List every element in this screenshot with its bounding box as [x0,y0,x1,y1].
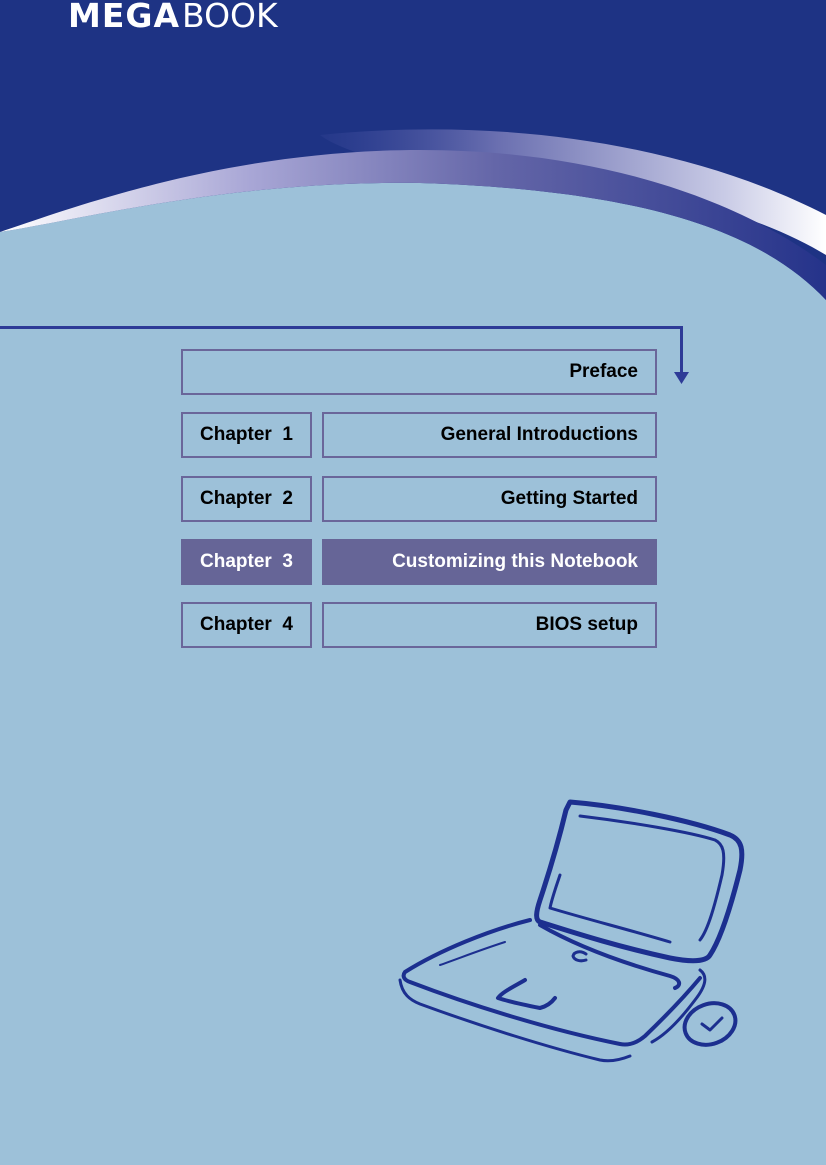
toc-chapter-4-number[interactable]: Chapter 4 [181,602,312,648]
toc-chapter-4-title[interactable]: BIOS setup [322,602,657,648]
arrow-down-icon [674,372,689,384]
toc-chapter-3-title[interactable]: Customizing this Notebook [322,539,657,585]
laptop-with-mouse-icon [398,799,745,1063]
logo-mega-text: MEGA [68,0,181,35]
preface-label: Preface [569,361,638,382]
toc-connector-horizontal [0,326,683,329]
chapter-2-label: Chapter 2 [200,488,293,509]
logo-book-text: BOOK [182,0,278,35]
toc-chapter-3-number[interactable]: Chapter 3 [181,539,312,585]
chapter-1-label: Chapter 1 [200,424,293,445]
chapter-4-title: BIOS setup [535,614,638,635]
toc-chapter-2-number[interactable]: Chapter 2 [181,476,312,522]
chapter-1-title: General Introductions [440,424,638,445]
toc-connector-vertical [680,326,683,374]
chapter-2-title: Getting Started [500,488,638,509]
chapter-3-title: Customizing this Notebook [392,551,638,572]
toc-chapter-2-title[interactable]: Getting Started [322,476,657,522]
megabook-logo: MEGA BOOK [68,0,278,35]
toc-chapter-1-title[interactable]: General Introductions [322,412,657,458]
toc-preface-link[interactable]: Preface [181,349,657,395]
toc-chapter-1-number[interactable]: Chapter 1 [181,412,312,458]
chapter-3-label: Chapter 3 [200,551,293,572]
chapter-4-label: Chapter 4 [200,614,293,635]
